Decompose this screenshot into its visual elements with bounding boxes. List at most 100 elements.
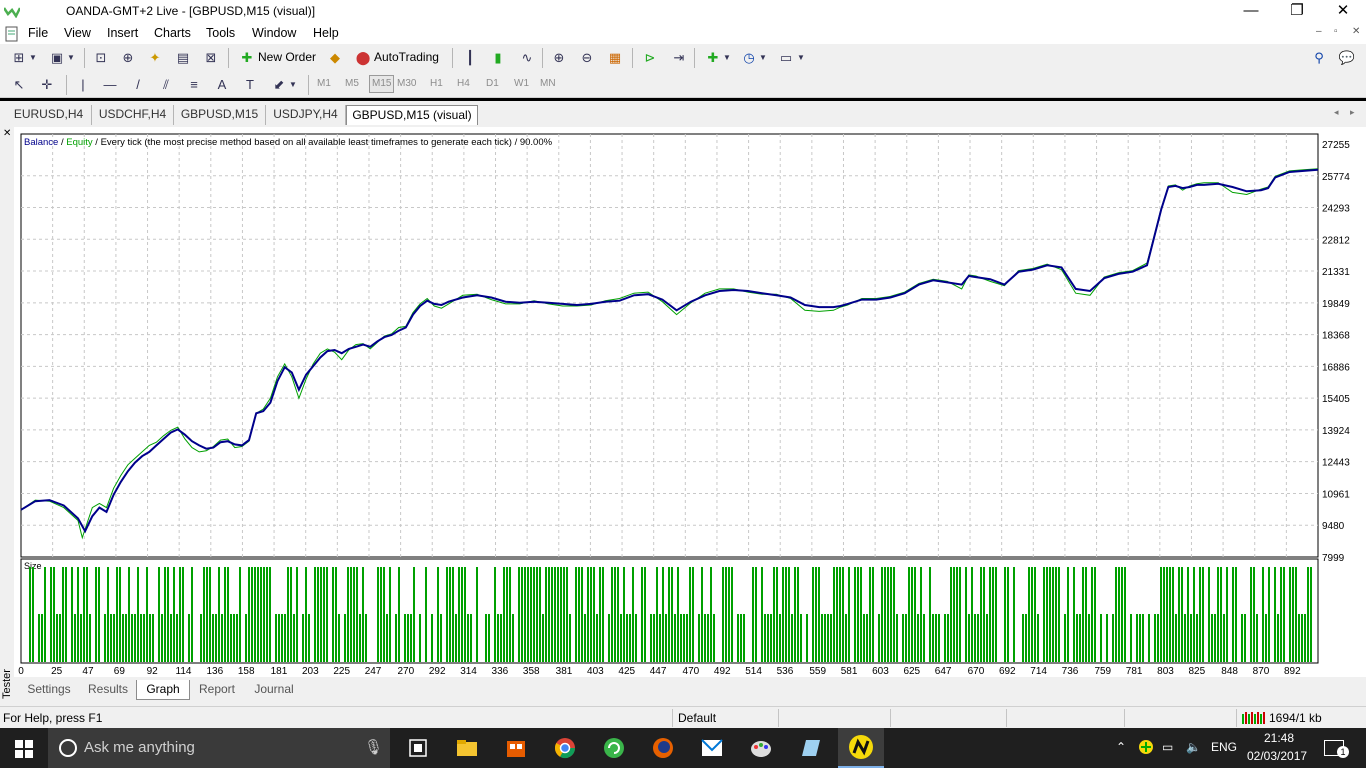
maximize-button[interactable]: ❐ xyxy=(1274,0,1320,24)
taskbar-search-box[interactable]: Ask me anything 🎙 xyxy=(48,728,390,768)
vertical-line-icon[interactable]: | xyxy=(74,76,92,94)
store-icon[interactable] xyxy=(500,732,532,764)
cursor-icon[interactable]: ↖ xyxy=(10,76,28,94)
microphone-icon[interactable]: 🎙 xyxy=(364,738,383,756)
task-view-icon[interactable] xyxy=(402,732,434,764)
tab-graph[interactable]: Graph xyxy=(136,680,190,700)
tab-gbpusd-m15[interactable]: GBPUSD,M15 xyxy=(174,105,266,125)
chevron-down-icon[interactable]: ▼ xyxy=(758,49,768,67)
file-explorer-icon[interactable] xyxy=(451,732,483,764)
profiles-icon[interactable]: ▣ xyxy=(48,49,66,67)
menu-insert[interactable]: Insert xyxy=(107,26,138,40)
timeframe-mn[interactable]: MN xyxy=(540,78,556,89)
clock-date[interactable]: 02/03/2017 xyxy=(1247,749,1307,763)
bar-chart-icon[interactable]: ┃ xyxy=(461,49,479,67)
tab-gbpusd-m15-visual[interactable]: GBPUSD,M15 (visual) xyxy=(346,105,478,125)
tab-scroll-right-icon[interactable]: ▸ xyxy=(1350,107,1355,118)
chevron-down-icon[interactable]: ▼ xyxy=(722,49,732,67)
chat-icon[interactable]: 💬 xyxy=(1338,49,1356,67)
tester-close-icon[interactable]: ✕ xyxy=(3,128,11,139)
timeframe-d1[interactable]: D1 xyxy=(486,78,499,89)
chart-shift-icon[interactable]: ⊳ xyxy=(641,49,659,67)
chevron-down-icon[interactable]: ▼ xyxy=(66,49,76,67)
volume-icon[interactable]: 🔈 xyxy=(1186,740,1201,754)
size-bar xyxy=(500,614,502,662)
tab-eurusd-h4[interactable]: EURUSD,H4 xyxy=(6,105,92,125)
metatrader-taskbar-button[interactable] xyxy=(838,728,884,768)
paint-icon[interactable] xyxy=(745,732,777,764)
navigator-icon[interactable]: ✦ xyxy=(146,49,164,67)
fibonacci-icon[interactable]: ≡ xyxy=(185,76,203,94)
timeframe-m1[interactable]: M1 xyxy=(317,78,331,89)
market-watch-icon[interactable]: ⊡ xyxy=(92,49,110,67)
data-window-icon[interactable]: ⊕ xyxy=(119,49,137,67)
timeframe-m5[interactable]: M5 xyxy=(345,78,359,89)
menu-help[interactable]: Help xyxy=(313,26,339,40)
tab-settings[interactable]: Settings xyxy=(20,680,78,700)
equidistant-channel-icon[interactable]: ⫽ xyxy=(157,76,175,94)
new-chart-icon[interactable]: ⊞ xyxy=(10,49,28,67)
language-indicator[interactable]: ENG xyxy=(1211,740,1237,754)
minimize-button[interactable]: — xyxy=(1228,0,1274,24)
clock-time[interactable]: 21:48 xyxy=(1264,731,1294,745)
timeframe-w1[interactable]: W1 xyxy=(514,78,529,89)
indicators-icon[interactable]: ✚ xyxy=(704,49,722,67)
size-bar xyxy=(1157,614,1159,662)
menu-file[interactable]: File xyxy=(28,26,48,40)
show-hidden-icons-icon[interactable]: ⌃ xyxy=(1116,740,1126,754)
firefox-icon[interactable] xyxy=(647,732,679,764)
tab-usdjpy-h4[interactable]: USDJPY,H4 xyxy=(266,105,346,125)
tab-scroll-left-icon[interactable]: ◂ xyxy=(1334,107,1339,118)
tab-results[interactable]: Results xyxy=(82,680,134,700)
notepad-icon[interactable] xyxy=(794,732,826,764)
tab-report[interactable]: Report xyxy=(192,680,242,700)
terminal-icon[interactable]: ▤ xyxy=(174,49,192,67)
candlestick-icon[interactable]: ▮ xyxy=(489,49,507,67)
mdi-close-button[interactable]: ✕ xyxy=(1352,26,1360,37)
autotrading-button[interactable]: ⬤ AutoTrading xyxy=(352,46,448,70)
zoom-out-icon[interactable]: ⊖ xyxy=(578,49,596,67)
zoom-in-icon[interactable]: ⊕ xyxy=(550,49,568,67)
tab-usdchf-h4[interactable]: USDCHF,H4 xyxy=(92,105,174,125)
crosshair-icon[interactable]: ✛ xyxy=(38,76,56,94)
periods-icon[interactable]: ◷ xyxy=(740,49,758,67)
autoscroll-icon[interactable]: ⇥ xyxy=(670,49,688,67)
trendline-icon[interactable]: / xyxy=(129,76,147,94)
size-bar xyxy=(1130,614,1132,662)
tray-app-icon[interactable] xyxy=(1138,739,1154,755)
chevron-down-icon[interactable]: ▼ xyxy=(288,76,298,94)
line-chart-icon[interactable]: ∿ xyxy=(518,49,536,67)
menu-window[interactable]: Window xyxy=(252,26,296,40)
menu-charts[interactable]: Charts xyxy=(154,26,191,40)
timeframe-m30[interactable]: M30 xyxy=(397,78,416,89)
close-button[interactable]: ✕ xyxy=(1320,0,1366,24)
arrows-icon[interactable]: ⬋ xyxy=(270,76,288,94)
chrome-icon[interactable] xyxy=(549,732,581,764)
horizontal-line-icon[interactable]: — xyxy=(101,76,119,94)
timeframe-h4[interactable]: H4 xyxy=(457,78,470,89)
windows-start-icon[interactable] xyxy=(15,740,33,758)
network-icon[interactable]: ▭ xyxy=(1162,740,1173,754)
mdi-minimize-button[interactable]: – xyxy=(1316,26,1322,37)
text-label-icon[interactable]: T xyxy=(241,76,259,94)
menu-view[interactable]: View xyxy=(64,26,91,40)
new-order-button[interactable]: ✚ New Order xyxy=(236,46,320,70)
timeframe-m15[interactable]: M15 xyxy=(369,75,395,93)
action-center-icon[interactable]: 1 xyxy=(1324,740,1349,758)
size-bar xyxy=(971,567,973,662)
mail-app-icon[interactable] xyxy=(696,732,728,764)
menu-tools[interactable]: Tools xyxy=(206,26,235,40)
refresh-app-icon[interactable] xyxy=(598,732,630,764)
tile-windows-icon[interactable]: ▦ xyxy=(606,49,624,67)
chevron-down-icon[interactable]: ▼ xyxy=(28,49,38,67)
tab-journal[interactable]: Journal xyxy=(246,680,302,700)
strategy-tester-icon[interactable]: ⊠ xyxy=(202,49,220,67)
timeframe-h1[interactable]: H1 xyxy=(430,78,443,89)
mdi-restore-button[interactable]: ▫ xyxy=(1334,26,1338,37)
chevron-down-icon[interactable]: ▼ xyxy=(796,49,806,67)
templates-icon[interactable]: ▭ xyxy=(777,49,795,67)
text-icon[interactable]: A xyxy=(213,76,231,94)
connection-status-icon[interactable] xyxy=(1242,712,1266,724)
metaeditor-icon[interactable]: ◆ xyxy=(326,49,344,67)
search-icon[interactable]: ⚲ xyxy=(1310,49,1328,67)
